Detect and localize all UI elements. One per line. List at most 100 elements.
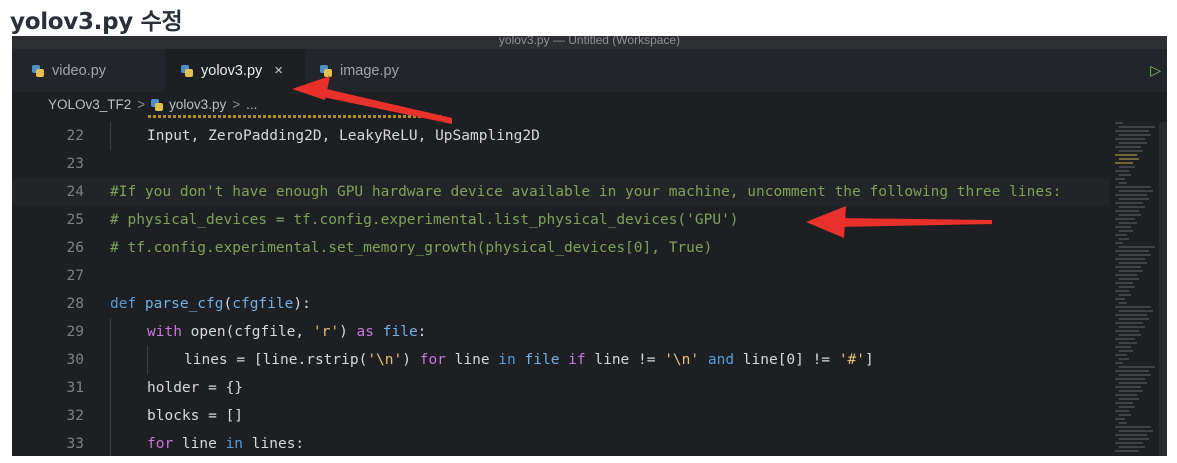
- minimap-line: [1115, 418, 1125, 420]
- minimap-line: [1119, 422, 1127, 424]
- code-text[interactable]: lines = [line.rstrip('\n') for line in f…: [110, 346, 874, 374]
- minimap-line: [1119, 342, 1137, 344]
- minimap-line: [1115, 122, 1123, 124]
- minimap-line: [1119, 270, 1143, 272]
- code-editor-window: yolov3.py — Untitled (Workspace) video.p…: [12, 36, 1167, 456]
- minimap-line: [1115, 274, 1137, 276]
- tab-image-py[interactable]: image.py: [320, 49, 430, 92]
- code-line[interactable]: 29 with open(cfgfile, 'r') as file:: [12, 318, 1109, 346]
- breadcrumb-folder[interactable]: YOLOv3_TF2: [48, 97, 131, 112]
- code-text[interactable]: # tf.config.experimental.set_memory_grow…: [110, 240, 712, 256]
- code-token: if: [568, 352, 595, 368]
- minimap-line: [1115, 442, 1143, 444]
- tab-label: video.py: [52, 62, 107, 79]
- minimap-line: [1119, 238, 1129, 240]
- minimap-line: [1115, 322, 1143, 324]
- tab-video-py[interactable]: video.py: [32, 49, 152, 92]
- tab-bar: video.py yolov3.py × image.py ▷: [12, 49, 1167, 92]
- line-number: 25: [66, 212, 84, 228]
- code-text[interactable]: holder = {}: [110, 374, 243, 402]
- code-line[interactable]: 25 # physical_devices = tf.config.experim…: [12, 206, 1109, 234]
- code-line[interactable]: 28 def parse_cfg(cfgfile):: [12, 290, 1109, 318]
- code-line[interactable]: 31 holder = {}: [12, 374, 1109, 402]
- code-line[interactable]: 33 for line in lines:: [12, 430, 1109, 456]
- indent-guide: [110, 122, 147, 150]
- tab-label: yolov3.py: [201, 62, 263, 79]
- code-token: cfgfile: [232, 296, 294, 312]
- minimap-line: [1119, 358, 1129, 360]
- minimap-line: [1115, 290, 1129, 292]
- code-line[interactable]: 32 blocks = []: [12, 402, 1109, 430]
- code-token: for: [147, 436, 182, 452]
- breadcrumb-tail[interactable]: ...: [246, 97, 257, 112]
- page-title: yolov3.py 수정: [10, 9, 183, 35]
- code-token: lines:: [251, 436, 305, 452]
- minimap-line: [1115, 202, 1143, 204]
- python-file-icon: [32, 64, 44, 77]
- code-token: '\n': [664, 352, 700, 368]
- breadcrumb-file[interactable]: yolov3.py: [169, 97, 226, 112]
- minimap-line: [1119, 382, 1147, 384]
- minimap-line: [1119, 366, 1155, 368]
- minimap[interactable]: [1115, 122, 1157, 456]
- minimap-line: [1119, 302, 1127, 304]
- code-token: '#': [838, 352, 866, 368]
- code-line[interactable]: 26 # tf.config.experimental.set_memory_gr…: [12, 234, 1109, 262]
- minimap-line: [1119, 446, 1145, 448]
- code-text[interactable]: blocks = []: [110, 402, 243, 430]
- breadcrumb: YOLOv3_TF2 > yolov3.py > ...: [12, 92, 1167, 117]
- code-token: def: [110, 296, 145, 312]
- line-number: 23: [66, 156, 84, 172]
- code-text[interactable]: def parse_cfg(cfgfile):: [110, 296, 311, 312]
- minimap-line: [1115, 370, 1149, 372]
- code-text[interactable]: Input, ZeroPadding2D, LeakyReLU, UpSampl…: [110, 122, 540, 150]
- code-token: 'r': [312, 324, 340, 340]
- code-text[interactable]: for line in lines:: [110, 430, 304, 456]
- minimap-line: [1115, 234, 1127, 236]
- run-play-icon[interactable]: ▷: [1150, 62, 1161, 79]
- code-line[interactable]: 23: [12, 150, 1109, 178]
- code-token: lines = [line.rstrip(: [184, 352, 368, 368]
- minimap-line: [1115, 242, 1123, 244]
- line-number: 22: [66, 128, 84, 144]
- minimap-line: [1119, 166, 1135, 168]
- python-file-icon: [181, 64, 193, 77]
- minimap-line: [1115, 178, 1125, 180]
- code-token: line: [181, 436, 226, 452]
- warning-squiggle: [148, 115, 443, 118]
- minimap-line: [1115, 154, 1137, 156]
- code-text[interactable]: # physical_devices = tf.config.experimen…: [110, 212, 739, 228]
- code-text[interactable]: with open(cfgfile, 'r') as file:: [110, 318, 426, 346]
- code-line[interactable]: 30 lines = [line.rstrip('\n') for line in…: [12, 346, 1109, 374]
- minimap-line: [1119, 246, 1155, 248]
- code-token: # physical_devices = tf.config.experimen…: [110, 212, 739, 228]
- minimap-line: [1119, 326, 1145, 328]
- minimap-line: [1119, 390, 1143, 392]
- minimap-line: [1119, 438, 1149, 440]
- scrollbar[interactable]: [1159, 122, 1167, 456]
- minimap-line: [1119, 254, 1151, 256]
- minimap-line: [1115, 354, 1127, 356]
- minimap-line: [1115, 210, 1139, 212]
- minimap-line: [1115, 330, 1139, 332]
- minimap-line: [1119, 318, 1149, 320]
- minimap-line: [1115, 170, 1129, 172]
- code-token: with: [147, 324, 191, 340]
- minimap-line: [1115, 266, 1141, 268]
- code-token: for: [419, 352, 455, 368]
- tab-yolov3-py[interactable]: yolov3.py ×: [165, 49, 305, 92]
- close-icon[interactable]: ×: [274, 62, 283, 79]
- minimap-line: [1115, 362, 1123, 364]
- code-text[interactable]: #If you don't have enough GPU hardware d…: [110, 184, 1062, 200]
- code-token: (: [223, 296, 233, 312]
- code-line[interactable]: 24 #If you don't have enough GPU hardware…: [12, 178, 1109, 206]
- code-line[interactable]: 27: [12, 262, 1109, 290]
- minimap-line: [1119, 206, 1145, 208]
- minimap-line: [1115, 386, 1141, 388]
- code-area[interactable]: 22 Input, ZeroPadding2D, LeakyReLU, UpSam…: [12, 122, 1109, 456]
- minimap-line: [1119, 374, 1151, 376]
- code-line[interactable]: 22 Input, ZeroPadding2D, LeakyReLU, UpSam…: [12, 122, 1109, 150]
- minimap-line: [1115, 146, 1141, 148]
- minimap-line: [1115, 402, 1133, 404]
- code-token: line[0] !=: [742, 352, 839, 368]
